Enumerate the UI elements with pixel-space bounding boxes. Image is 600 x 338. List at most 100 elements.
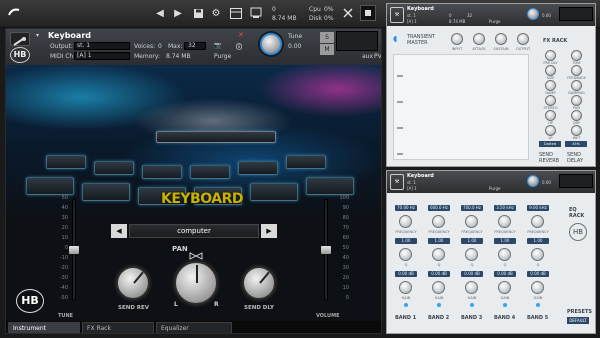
default-preset-button[interactable]: DEFAULT	[567, 317, 589, 324]
purge-button[interactable]: Purge	[214, 53, 231, 60]
fx-output[interactable]: st. 1	[407, 13, 416, 18]
eq-frequency-value[interactable]: 3.50 kHz	[494, 205, 516, 211]
send-dly-knob[interactable]	[242, 266, 276, 300]
eq-band-enable-led[interactable]	[536, 303, 540, 307]
wrench-icon[interactable]	[10, 32, 30, 46]
mute-button[interactable]: M	[320, 44, 334, 55]
eq-wrench-icon[interactable]: ⚒	[390, 174, 404, 190]
master-icon[interactable]	[340, 5, 356, 21]
tune-slider-thumb[interactable]	[69, 246, 79, 254]
eq-q-knob[interactable]	[531, 248, 544, 261]
eq-gain-knob[interactable]	[531, 281, 544, 294]
eq-gain-value[interactable]: 0.00 dB	[395, 271, 417, 277]
fx-knob[interactable]	[571, 50, 582, 61]
transient-knob[interactable]	[451, 33, 463, 45]
fx-knob[interactable]	[545, 65, 556, 76]
eq-q-knob[interactable]	[465, 248, 478, 261]
eq-output[interactable]: st. 1	[407, 180, 416, 185]
send-rev-knob[interactable]	[116, 266, 150, 300]
preset-next-button[interactable]: ▶	[261, 224, 277, 238]
tab-fx-rack[interactable]: FX Rack	[82, 322, 154, 333]
max-voices-field[interactable]: 32	[184, 42, 206, 50]
transient-knob[interactable]	[517, 33, 529, 45]
sync-select[interactable]: Dotted Eighth	[539, 141, 561, 152]
rack-icon[interactable]	[228, 5, 244, 21]
eq-band-enable-led[interactable]	[503, 303, 507, 307]
fx-title[interactable]: Keyboard	[407, 6, 434, 12]
pan-knob[interactable]	[174, 261, 218, 305]
eq-band-enable-led[interactable]	[437, 303, 441, 307]
eq-gain-knob[interactable]	[498, 281, 511, 294]
midi-icon[interactable]	[248, 5, 264, 21]
eq-q-knob[interactable]	[498, 248, 511, 261]
gear-icon[interactable]: ⚙	[208, 5, 224, 21]
instrument-title[interactable]: Keyboard	[48, 31, 91, 40]
eq-q-value[interactable]: 1.00	[494, 238, 516, 244]
fx-knob[interactable]	[571, 125, 582, 136]
transient-knob[interactable]	[495, 33, 507, 45]
eq-frequency-knob[interactable]	[432, 215, 445, 228]
eq-frequency-knob[interactable]	[465, 215, 478, 228]
fx-knob[interactable]	[571, 95, 582, 106]
collapse-icon[interactable]: ▾	[36, 32, 39, 39]
fx-knob[interactable]	[545, 110, 556, 121]
eq-frequency-value[interactable]: 700.0 Hz	[461, 205, 483, 211]
eq-q-value[interactable]: 1.00	[428, 238, 450, 244]
preset-display[interactable]: computer	[129, 224, 259, 238]
logo-icon[interactable]	[6, 5, 22, 21]
camera-icon[interactable]: 📷	[214, 42, 224, 50]
eq-gain-value[interactable]: 0.00 dB	[428, 271, 450, 277]
transient-knob[interactable]	[473, 33, 485, 45]
fx-knob[interactable]	[545, 80, 556, 91]
midi-select[interactable]: [A] 1	[74, 52, 130, 60]
eq-gain-knob[interactable]	[432, 281, 445, 294]
panic-icon[interactable]	[360, 5, 376, 21]
tune-knob[interactable]	[260, 33, 282, 55]
eq-q-knob[interactable]	[432, 248, 445, 261]
eq-band-enable-led[interactable]	[470, 303, 474, 307]
fx-knob[interactable]	[545, 95, 556, 106]
fx-tune-knob[interactable]	[527, 8, 539, 20]
eq-frequency-value[interactable]: 70.00 Hz	[395, 205, 417, 211]
eq-gain-value[interactable]: 0.00 dB	[527, 271, 549, 277]
tab-instrument[interactable]: Instrument	[8, 322, 80, 333]
eq-frequency-knob[interactable]	[531, 215, 544, 228]
fx-max[interactable]: 32	[467, 13, 472, 18]
eq-tune-knob[interactable]	[527, 175, 539, 187]
mix-value[interactable]: 45%	[565, 141, 587, 147]
pv-button[interactable]: PV	[374, 53, 381, 60]
fx-knob[interactable]	[545, 125, 556, 136]
volume-slider-thumb[interactable]	[321, 246, 331, 254]
eq-frequency-value[interactable]: 9.00 kHz	[527, 205, 549, 211]
eq-q-value[interactable]: 1.00	[395, 238, 417, 244]
eq-frequency-knob[interactable]	[399, 215, 412, 228]
eq-gain-value[interactable]: 0.00 dB	[494, 271, 516, 277]
solo-button[interactable]: S	[320, 32, 334, 43]
eq-midi[interactable]: [A] 1	[407, 186, 417, 191]
tab-equalizer[interactable]: Equalizer	[156, 322, 232, 333]
eq-frequency-knob[interactable]	[498, 215, 511, 228]
eq-band-enable-led[interactable]	[404, 303, 408, 307]
eq-q-value[interactable]: 1.00	[461, 238, 483, 244]
eq-q-value[interactable]: 1.00	[527, 238, 549, 244]
aux-button[interactable]: aux	[362, 53, 373, 60]
info-icon[interactable]: ⓘ	[236, 42, 242, 51]
save-icon[interactable]	[190, 5, 206, 21]
eq-gain-knob[interactable]	[465, 281, 478, 294]
eq-title[interactable]: Keyboard	[407, 173, 434, 179]
eq-q-knob[interactable]	[399, 248, 412, 261]
preset-prev-button[interactable]: ◀	[111, 224, 127, 238]
fx-wrench-icon[interactable]: ⚒	[390, 7, 404, 23]
fx-midi[interactable]: [A] 1	[407, 19, 417, 24]
eq-purge[interactable]: Purge	[489, 186, 500, 191]
fx-knob[interactable]	[545, 50, 556, 61]
eq-gain-knob[interactable]	[399, 281, 412, 294]
fx-knob[interactable]	[571, 80, 582, 91]
fx-knob[interactable]	[571, 65, 582, 76]
output-select[interactable]: st. 1	[74, 42, 130, 50]
eq-frequency-value[interactable]: 600.0 Hz	[428, 205, 450, 211]
prev-icon[interactable]: ◀	[152, 5, 168, 21]
next-icon[interactable]: ▶	[170, 5, 186, 21]
fx-knob[interactable]	[571, 110, 582, 121]
fx-purge[interactable]: Purge	[489, 19, 500, 24]
